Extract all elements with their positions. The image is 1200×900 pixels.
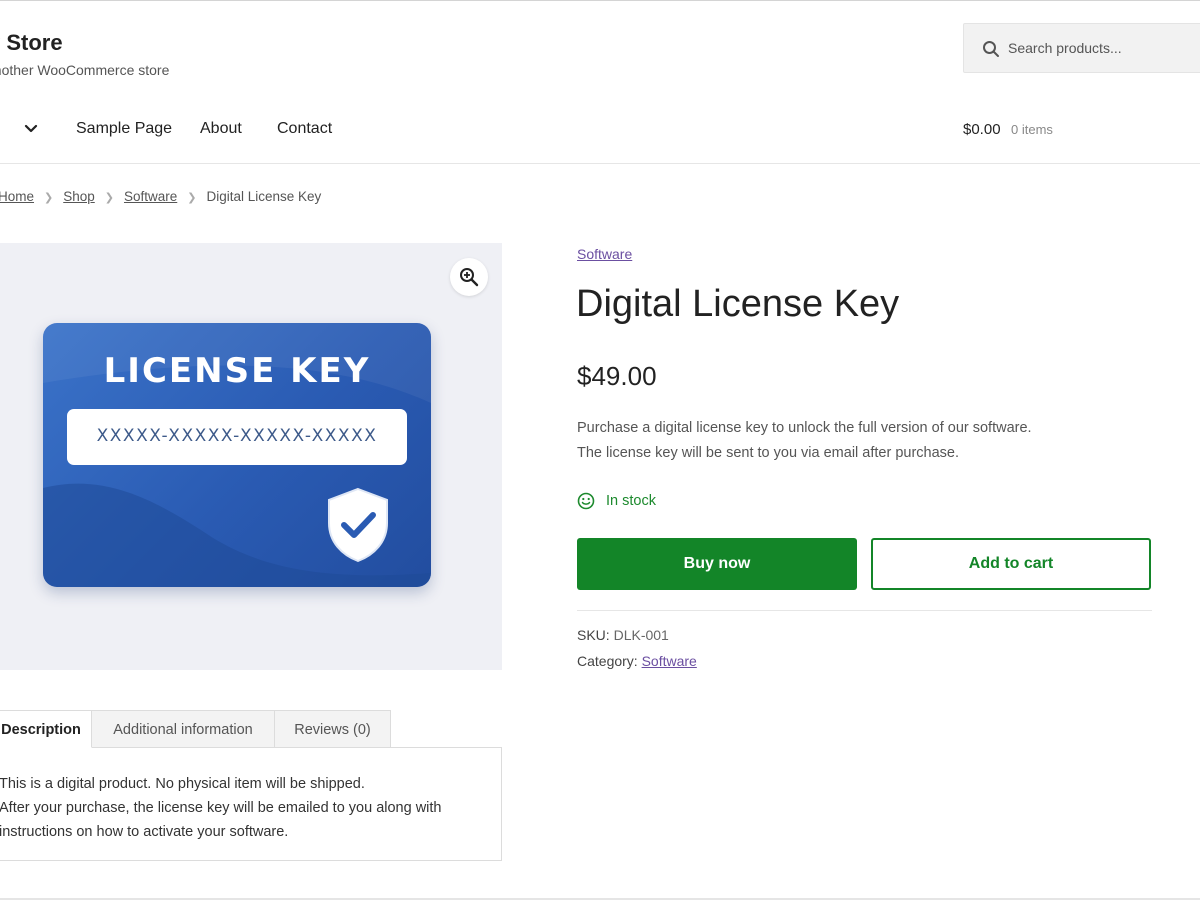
product-gallery[interactable]: LICENSE KEY XXXXX-XXXXX-XXXXX-XXXXX: [0, 243, 502, 670]
add-to-cart-button[interactable]: Add to cart: [871, 538, 1151, 590]
search-box[interactable]: [963, 23, 1200, 73]
product-short-description: Purchase a digital license key to unlock…: [577, 416, 1032, 466]
breadcrumb-home[interactable]: Home: [0, 189, 34, 204]
card-key-text: XXXXX-XXXXX-XXXXX-XXXXX: [96, 426, 378, 446]
breadcrumb: Home ❯ Shop ❯ Software ❯ Digital License Key: [0, 189, 321, 204]
tab-description[interactable]: Description: [0, 710, 92, 748]
breadcrumb-shop[interactable]: Shop: [63, 189, 95, 204]
search-input[interactable]: [1008, 24, 1200, 72]
search-icon: [983, 41, 999, 57]
window-top-border: [0, 0, 1200, 1]
chevron-right-icon: ❯: [44, 192, 54, 204]
category-meta-link[interactable]: Software: [642, 653, 697, 669]
product-price: $49.00: [577, 361, 657, 391]
product-category-link[interactable]: Software: [577, 246, 632, 262]
panel-text-line: instructions on how to activate your sof…: [0, 824, 289, 840]
nav-item-contact[interactable]: Contact: [277, 120, 332, 138]
shield-check-icon: [328, 487, 388, 563]
stock-text: In stock: [606, 493, 656, 509]
site-title[interactable]: y Store: [0, 30, 63, 56]
cart-amount: $0.00: [963, 121, 1001, 138]
zoom-in-icon: [460, 268, 479, 287]
product-category-meta: Category: Software: [577, 653, 697, 669]
product-title: Digital License Key: [576, 283, 900, 325]
breadcrumb-software[interactable]: Software: [124, 189, 177, 204]
tab-additional-information[interactable]: Additional information: [91, 710, 275, 748]
panel-text-line: This is a digital product. No physical i…: [0, 776, 365, 792]
card-title: LICENSE KEY: [103, 351, 371, 391]
chevron-down-icon[interactable]: [24, 124, 38, 134]
nav-item-sample-page[interactable]: Sample Page: [76, 120, 172, 138]
sku-value: DLK-001: [613, 627, 669, 643]
chevron-right-icon: ❯: [104, 192, 114, 204]
buy-now-button[interactable]: Buy now: [577, 538, 857, 590]
description-line: Purchase a digital license key to unlock…: [577, 420, 1032, 436]
panel-text-line: After your purchase, the license key wil…: [0, 800, 442, 816]
breadcrumb-current: Digital License Key: [206, 189, 322, 204]
meta-divider: [577, 610, 1152, 611]
tab-panel-description: This is a digital product. No physical i…: [0, 747, 502, 861]
license-key-card-image: LICENSE KEY XXXXX-XXXXX-XXXXX-XXXXX: [43, 323, 431, 587]
cart-count: 0 items: [1011, 122, 1053, 137]
description-line: The license key will be sent to you via …: [577, 445, 960, 461]
smiley-icon: [577, 492, 595, 510]
category-label: Category:: [577, 653, 638, 669]
chevron-right-icon: ❯: [187, 192, 197, 204]
site-tagline: another WooCommerce store: [0, 62, 170, 78]
card-key-field: XXXXX-XXXXX-XXXXX-XXXXX: [67, 409, 407, 465]
sku-label: SKU:: [577, 627, 610, 643]
header-divider: [0, 163, 1200, 164]
nav-item-about[interactable]: About: [200, 120, 242, 138]
zoom-button[interactable]: [450, 258, 488, 296]
tab-reviews[interactable]: Reviews (0): [274, 710, 391, 748]
product-sku: SKU: DLK-001: [577, 627, 669, 643]
header-cart[interactable]: $0.00 0 items: [963, 121, 1053, 139]
